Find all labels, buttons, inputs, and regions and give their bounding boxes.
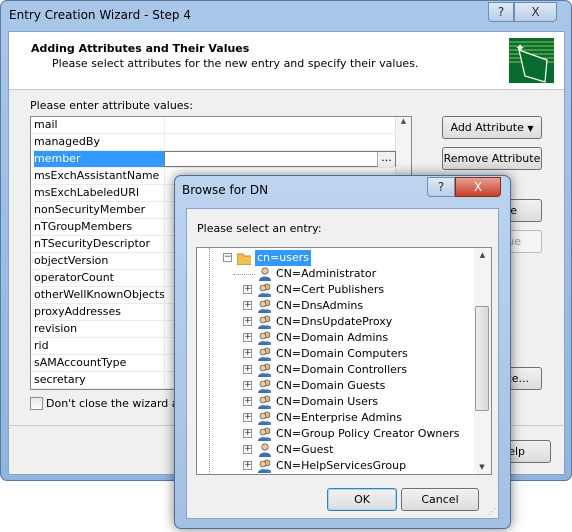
attribute-name: msExchLabeledURI (34, 186, 140, 199)
cancel-button[interactable]: Cancel (401, 488, 479, 511)
attribute-name: msExchAssistantName (34, 169, 160, 182)
dont-close-checkbox[interactable] (30, 397, 43, 410)
tree-entry-label: CN=Domain Computers (276, 347, 408, 360)
group-icon (258, 331, 271, 345)
dialog-close-button[interactable]: X (455, 177, 501, 197)
dialog-title: Browse for DN (182, 183, 269, 197)
group-icon (258, 459, 271, 473)
close-button[interactable]: X (514, 2, 557, 22)
ok-button[interactable]: OK (327, 488, 397, 511)
user-icon (259, 443, 271, 457)
attribute-row[interactable]: mail (31, 117, 396, 134)
group-icon (258, 411, 271, 425)
attribute-name: nTGroupMembers (34, 220, 133, 233)
remove-attribute-button[interactable]: Remove Attribute (442, 147, 542, 170)
expand-icon[interactable]: + (243, 381, 252, 390)
help-button[interactable]: ? (488, 2, 514, 22)
add-attribute-label: Add Attribute (450, 121, 524, 134)
add-attribute-button[interactable]: Add Attribute ▼ (442, 116, 542, 139)
tree-entry-label: CN=DnsUpdateProxy (276, 315, 393, 328)
attribute-row[interactable]: member... (31, 151, 396, 168)
scroll-down-icon[interactable]: ▼ (474, 463, 490, 471)
tree-entry-label: CN=Domain Admins (276, 331, 389, 344)
dropdown-arrow-icon: ▼ (527, 124, 534, 133)
attribute-value[interactable] (164, 117, 396, 133)
header-subtitle: Please select attributes for the new ent… (52, 57, 419, 70)
dont-close-label: Don't close the wizard afte (46, 397, 194, 410)
group-icon (258, 427, 271, 441)
tree-entry-label: CN=Enterprise Admins (276, 411, 402, 424)
tree-entry-label: CN=HelpServicesGroup (276, 459, 407, 472)
group-icon (258, 363, 271, 377)
attribute-value[interactable] (164, 134, 396, 150)
expand-icon[interactable]: + (243, 429, 252, 438)
tree-entry-label: CN=Domain Guests (276, 379, 386, 392)
expand-icon[interactable]: + (243, 365, 252, 374)
attribute-name: nTSecurityDescriptor (34, 237, 151, 250)
group-icon (258, 379, 271, 393)
group-icon (258, 315, 271, 329)
expand-icon[interactable]: + (243, 413, 252, 422)
tree-entry-label: CN=Cert Publishers (276, 283, 385, 296)
attribute-name: rid (34, 339, 49, 352)
folder-icon (237, 253, 251, 265)
group-icon (258, 299, 271, 313)
tree-line (209, 248, 210, 474)
collapse-icon[interactable]: − (223, 253, 232, 262)
select-entry-prompt: Please select an entry: (197, 222, 322, 235)
expand-icon[interactable]: + (243, 333, 252, 342)
wizard-logo-icon: ✦ (509, 38, 554, 83)
attribute-name: otherWellKnownObjects (34, 288, 165, 301)
expand-icon[interactable]: + (243, 461, 252, 470)
tree-entry-label: CN=DnsAdmins (276, 299, 364, 312)
dialog-client: Please select an entry: ▲ ▼ − cn=users C… (186, 208, 499, 519)
tree-entry-label: CN=Domain Controllers (276, 363, 408, 376)
attribute-name: mail (34, 118, 58, 131)
attribute-name: secretary (34, 373, 86, 386)
attribute-name: revision (34, 322, 78, 335)
expand-icon[interactable]: + (243, 349, 252, 358)
browse-dn-dialog: Browse for DN ? X Please select an entry… (174, 175, 511, 529)
svg-text:✦: ✦ (515, 41, 525, 55)
browse-ellipsis-button[interactable]: ... (377, 152, 395, 167)
tree-line (233, 274, 255, 275)
tree-entry-label: CN=Guest (276, 443, 334, 456)
attribute-name: nonSecurityMember (34, 203, 146, 216)
attribute-name: managedBy (34, 135, 100, 148)
user-icon (259, 267, 271, 281)
tree-entry-label: CN=Domain Users (276, 395, 379, 408)
scroll-up-icon[interactable]: ▲ (474, 251, 491, 259)
attribute-name: proxyAddresses (34, 305, 121, 318)
group-icon (258, 347, 271, 361)
attribute-row[interactable]: managedBy (31, 134, 396, 151)
dn-tree[interactable]: ▲ ▼ − cn=users CN=Administrator + CN=Cert … (196, 247, 492, 475)
attribute-list-label: Please enter attribute values: (30, 99, 193, 112)
group-icon (258, 283, 271, 297)
attribute-name: operatorCount (34, 271, 114, 284)
tree-entry-label: CN=Group Policy Creator Owners (276, 427, 460, 440)
scroll-thumb[interactable] (475, 306, 489, 411)
attribute-value[interactable]: ... (164, 151, 396, 167)
tree-entry-label: CN=Administrator (276, 267, 377, 280)
tree-scrollbar[interactable]: ▲ ▼ (474, 248, 491, 474)
wizard-header: Adding Attributes and Their Values Pleas… (9, 32, 564, 90)
group-icon (258, 395, 271, 409)
attribute-name: member (34, 151, 164, 167)
header-title: Adding Attributes and Their Values (31, 42, 250, 55)
expand-icon[interactable]: + (243, 301, 252, 310)
attribute-name: objectVersion (34, 254, 109, 267)
expand-icon[interactable]: + (243, 317, 252, 326)
window-title: Entry Creation Wizard - Step 4 (9, 8, 191, 22)
expand-icon[interactable]: + (243, 285, 252, 294)
dialog-help-button[interactable]: ? (427, 177, 455, 197)
attribute-name: sAMAccountType (34, 356, 127, 369)
tree-root-label: cn=users (255, 250, 311, 266)
expand-icon[interactable]: + (243, 397, 252, 406)
expand-icon[interactable]: + (243, 445, 252, 454)
resize-grip-icon[interactable]: ⋰ (488, 507, 496, 516)
